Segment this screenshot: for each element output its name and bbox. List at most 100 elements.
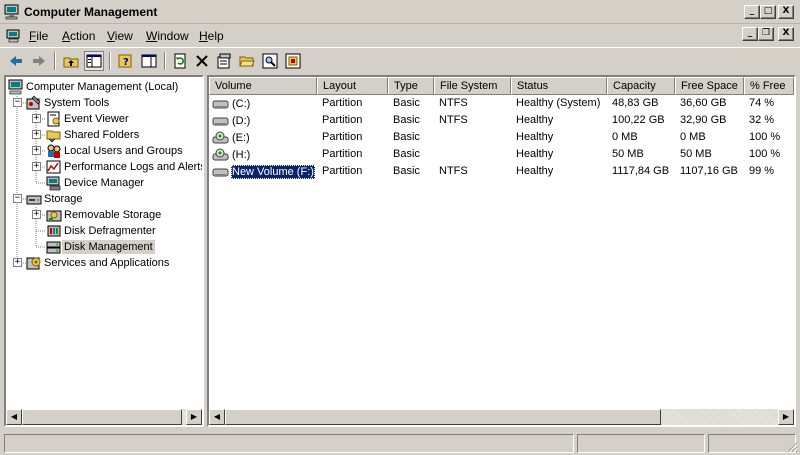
column-header-file-system[interactable]: File System [434,77,511,95]
tree-label-device-manager: Device Manager [64,177,145,189]
scroll-right-button[interactable]: ▶ [186,409,202,425]
volume-row[interactable]: (D:) Partition Basic NTFS Healthy 100,22 GB 32… [209,112,794,129]
maximize-button[interactable]: □ [760,5,776,19]
scrollbar-thumb[interactable] [22,409,182,425]
child-minimize-button[interactable]: _ [742,27,758,41]
properties-button[interactable] [214,51,234,71]
refresh-icon [174,53,186,69]
delete-button[interactable] [192,51,212,71]
collapse-system-tools[interactable]: − [13,98,22,107]
cell-free-space: 0 MB [680,131,706,143]
cell-volume: (C:) [212,95,251,112]
expand-shared-folders[interactable]: + [32,130,41,139]
tree-label-removable-storage: Removable Storage [64,209,162,221]
child-restore-button[interactable]: ❐ [758,27,774,41]
tree-node-services-applications[interactable]: Services and Applications [26,255,171,271]
status-panel-2 [577,434,705,453]
expand-event-viewer[interactable]: + [32,114,41,123]
column-header-percent-free[interactable]: % Free [744,77,794,95]
scrollbar-thumb[interactable] [225,409,661,425]
menu-help[interactable]: Help [199,29,224,43]
volume-row[interactable]: (C:) Partition Basic NTFS Healthy (System) 48… [209,95,794,112]
search-button[interactable] [260,51,280,71]
title-bar[interactable]: Computer Management _ □ X [0,0,800,24]
tree-node-removable-storage[interactable]: Removable Storage [46,207,163,223]
menu-window[interactable]: Window [146,29,189,43]
expand-local-users[interactable]: + [32,146,41,155]
scroll-right-button[interactable]: ▶ [778,409,794,425]
menu-action[interactable]: Action [62,29,95,43]
services-applications-icon [26,257,41,270]
volume-row[interactable]: (E:) Partition Basic Healthy 0 MB 0 MB 100 % [209,129,794,146]
status-panel-main [4,434,574,453]
resize-grip-icon[interactable] [786,441,798,453]
disk-management-icon [46,241,61,254]
tree-node-local-users-groups[interactable]: Local Users and Groups [46,143,185,159]
export-button[interactable] [283,51,303,71]
tree-node-performance-logs[interactable]: Performance Logs and Alerts [46,159,202,175]
tree-node-storage[interactable]: Storage [26,191,85,207]
expand-services-applications[interactable]: + [13,258,22,267]
minimize-button[interactable]: _ [744,5,760,19]
child-close-button[interactable]: X [778,27,794,41]
column-header-volume[interactable]: Volume [209,77,317,95]
users-icon [47,144,61,158]
cell-layout: Partition [322,148,363,160]
computer-icon [8,79,23,95]
menu-file[interactable]: File [29,29,48,43]
cell-capacity: 50 MB [612,148,644,160]
status-bar [0,432,800,455]
open-folder-button[interactable] [237,51,257,71]
expand-removable-storage[interactable]: + [32,210,41,219]
back-button[interactable] [6,51,26,71]
cell-percent-free: 100 % [749,148,781,160]
cell-volume: (E:) [212,129,251,146]
refresh-button[interactable] [170,51,190,71]
up-one-level-button[interactable] [61,51,81,71]
cell-percent-free: 99 % [749,165,775,177]
svg-text:?: ? [123,57,129,68]
column-header-capacity[interactable]: Capacity [607,77,675,95]
tree-node-device-manager[interactable]: Device Manager [46,175,146,191]
tree-node-computer-management[interactable]: Computer Management (Local) [8,79,180,95]
list-horizontal-scrollbar[interactable]: ◀ ▶ [209,409,794,425]
cell-status: Healthy (System) [516,97,601,109]
tree-node-shared-folders[interactable]: Shared Folders [46,127,141,143]
cd-drive-icon [212,148,229,160]
column-header-layout[interactable]: Layout [317,77,388,95]
menu-view[interactable]: View [107,29,133,43]
cell-layout: Partition [322,131,363,143]
show-hide-action-pane-button[interactable] [139,51,159,71]
console-tree-pane[interactable]: Computer Management (Local) − System Too… [4,75,204,427]
close-button[interactable]: X [778,5,794,19]
column-header-type[interactable]: Type [388,77,434,95]
volume-list-pane[interactable]: Volume Layout Type File System Status Ca… [207,75,796,427]
tree-node-disk-management[interactable]: Disk Management [46,239,155,255]
forward-button[interactable] [29,51,49,71]
shared-folders-icon [46,130,61,143]
close-icon: X [782,28,790,38]
volume-row[interactable]: (H:) Partition Basic Healthy 50 MB 50 MB 100 % [209,146,794,163]
show-hide-tree-button[interactable] [84,51,104,71]
collapse-storage[interactable]: − [13,194,22,203]
cell-type: Basic [393,165,420,177]
cell-status: Healthy [516,165,554,177]
cell-file-system: NTFS [439,97,468,109]
tree-node-system-tools[interactable]: System Tools [26,95,111,111]
document-system-icon[interactable] [6,28,22,44]
hard-disk-icon [212,117,229,125]
tree-node-event-viewer[interactable]: Event Viewer [46,111,131,127]
cell-free-space: 1107,16 GB [680,165,738,177]
column-header-free-space[interactable]: Free Space [675,77,744,95]
console-tree: Computer Management (Local) − System Too… [6,77,202,409]
up-one-level-icon [63,57,79,68]
volume-row[interactable]: New Volume (F:) Partition Basic NTFS Healthy… [209,163,794,180]
scroll-left-button[interactable]: ◀ [209,409,225,425]
tree-node-disk-defragmenter[interactable]: Disk Defragmenter [46,223,158,239]
help-button[interactable]: ? [116,51,136,71]
tree-horizontal-scrollbar[interactable]: ◀ ▶ [6,409,202,425]
scroll-left-button[interactable]: ◀ [6,409,22,425]
cell-status: Healthy [516,131,554,143]
expand-performance-logs[interactable]: + [32,162,41,171]
column-header-status[interactable]: Status [511,77,607,95]
